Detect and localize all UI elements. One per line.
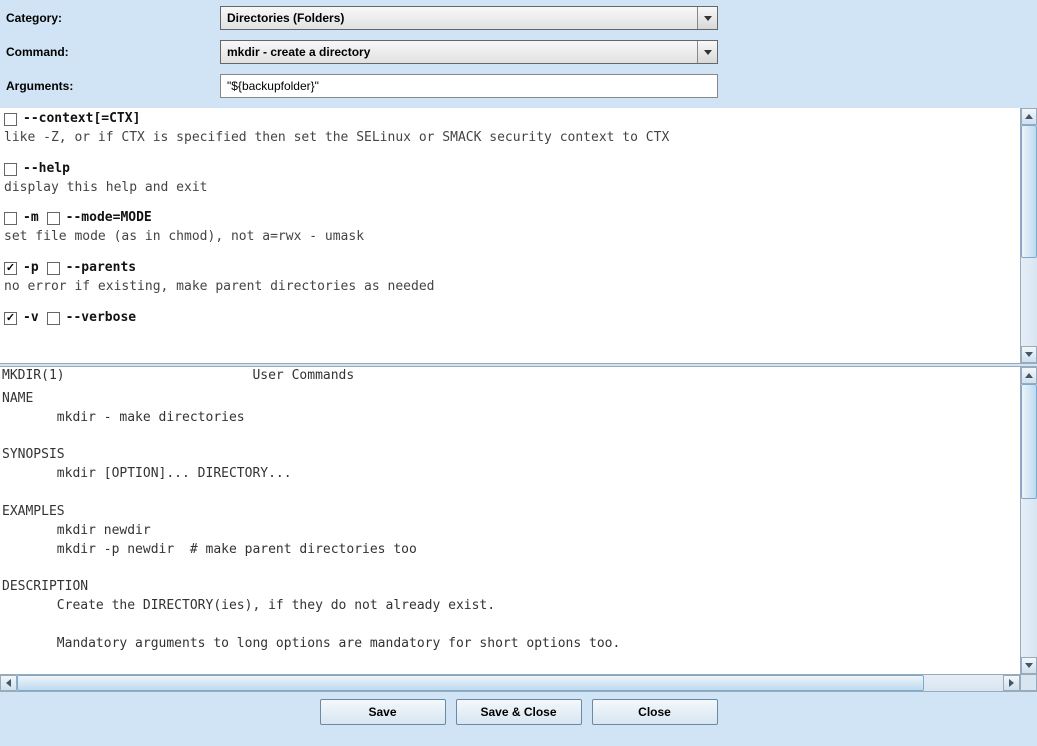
scroll-track[interactable]: [17, 675, 1003, 691]
scroll-thumb[interactable]: [1021, 384, 1037, 499]
option-flags: -m --mode=MODE: [4, 209, 1018, 228]
man-scrollbar-h[interactable]: [0, 674, 1020, 691]
command-value: mkdir - create a directory: [221, 45, 697, 59]
options-pane: --context[=CTX]like -Z, or if CTX is spe…: [0, 108, 1037, 363]
option-group: -m --mode=MODEset file mode (as in chmod)…: [4, 209, 1018, 247]
option-group: -p --parentsno error if existing, make pa…: [4, 259, 1018, 297]
scroll-up-icon[interactable]: [1021, 367, 1037, 384]
option-flag-label: -m: [23, 209, 39, 228]
arguments-label: Arguments:: [4, 79, 220, 93]
save-button[interactable]: Save: [320, 699, 446, 725]
save-close-button[interactable]: Save & Close: [456, 699, 582, 725]
category-value: Directories (Folders): [221, 11, 697, 25]
scroll-down-icon[interactable]: [1021, 346, 1037, 363]
command-dropdown[interactable]: mkdir - create a directory: [220, 40, 718, 64]
option-description: display this help and exit: [4, 179, 1018, 198]
man-pane: MKDIR(1) User Commands NAME mkdir - make…: [0, 367, 1037, 674]
chevron-down-icon[interactable]: [697, 41, 717, 63]
option-checkbox[interactable]: [4, 262, 17, 275]
scroll-track[interactable]: [1021, 125, 1037, 346]
option-flags: -p --parents: [4, 259, 1018, 278]
scroll-down-icon[interactable]: [1021, 657, 1037, 674]
scroll-thumb[interactable]: [1021, 125, 1037, 258]
option-description: set file mode (as in chmod), not a=rwx -…: [4, 228, 1018, 247]
bottom-bar: Save Save & Close Close: [0, 691, 1037, 731]
man-header: MKDIR(1) User Commands: [2, 367, 1020, 386]
option-flag-label: -v: [23, 309, 39, 328]
option-flag-label: --help: [23, 160, 70, 179]
man-body: NAME mkdir - make directories SYNOPSIS m…: [2, 390, 1020, 674]
category-label: Category:: [4, 11, 220, 25]
chevron-down-icon[interactable]: [697, 7, 717, 29]
option-group: --helpdisplay this help and exit: [4, 160, 1018, 198]
option-flags: --help: [4, 160, 1018, 179]
option-checkbox[interactable]: [4, 212, 17, 225]
command-label: Command:: [4, 45, 220, 59]
option-checkbox[interactable]: [4, 312, 17, 325]
option-flag-label: --context[=CTX]: [23, 110, 140, 129]
scroll-right-icon[interactable]: [1003, 675, 1020, 691]
man-scrollbar-v[interactable]: [1020, 367, 1037, 674]
scroll-track[interactable]: [1021, 384, 1037, 657]
close-button[interactable]: Close: [592, 699, 718, 725]
option-flag-label: -p: [23, 259, 39, 278]
scroll-left-icon[interactable]: [0, 675, 17, 691]
category-dropdown[interactable]: Directories (Folders): [220, 6, 718, 30]
option-group: -v --verbose: [4, 309, 1018, 328]
scroll-up-icon[interactable]: [1021, 108, 1037, 125]
option-checkbox[interactable]: [4, 163, 17, 176]
option-flag-label: --mode=MODE: [66, 209, 152, 228]
option-checkbox[interactable]: [4, 113, 17, 126]
option-checkbox[interactable]: [47, 262, 60, 275]
option-flag-label: --parents: [66, 259, 136, 278]
options-scrollbar[interactable]: [1020, 108, 1037, 363]
option-flags: --context[=CTX]: [4, 110, 1018, 129]
option-flags: -v --verbose: [4, 309, 1018, 328]
arguments-input[interactable]: [220, 74, 718, 98]
option-description: no error if existing, make parent direct…: [4, 278, 1018, 297]
option-checkbox[interactable]: [47, 212, 60, 225]
top-panel: Category: Directories (Folders) Command:…: [0, 0, 1037, 108]
option-checkbox[interactable]: [47, 312, 60, 325]
option-description: like -Z, or if CTX is specified then set…: [4, 129, 1018, 148]
option-flag-label: --verbose: [66, 309, 136, 328]
scroll-thumb[interactable]: [17, 675, 924, 691]
scroll-corner: [1020, 674, 1037, 691]
option-group: --context[=CTX]like -Z, or if CTX is spe…: [4, 110, 1018, 148]
